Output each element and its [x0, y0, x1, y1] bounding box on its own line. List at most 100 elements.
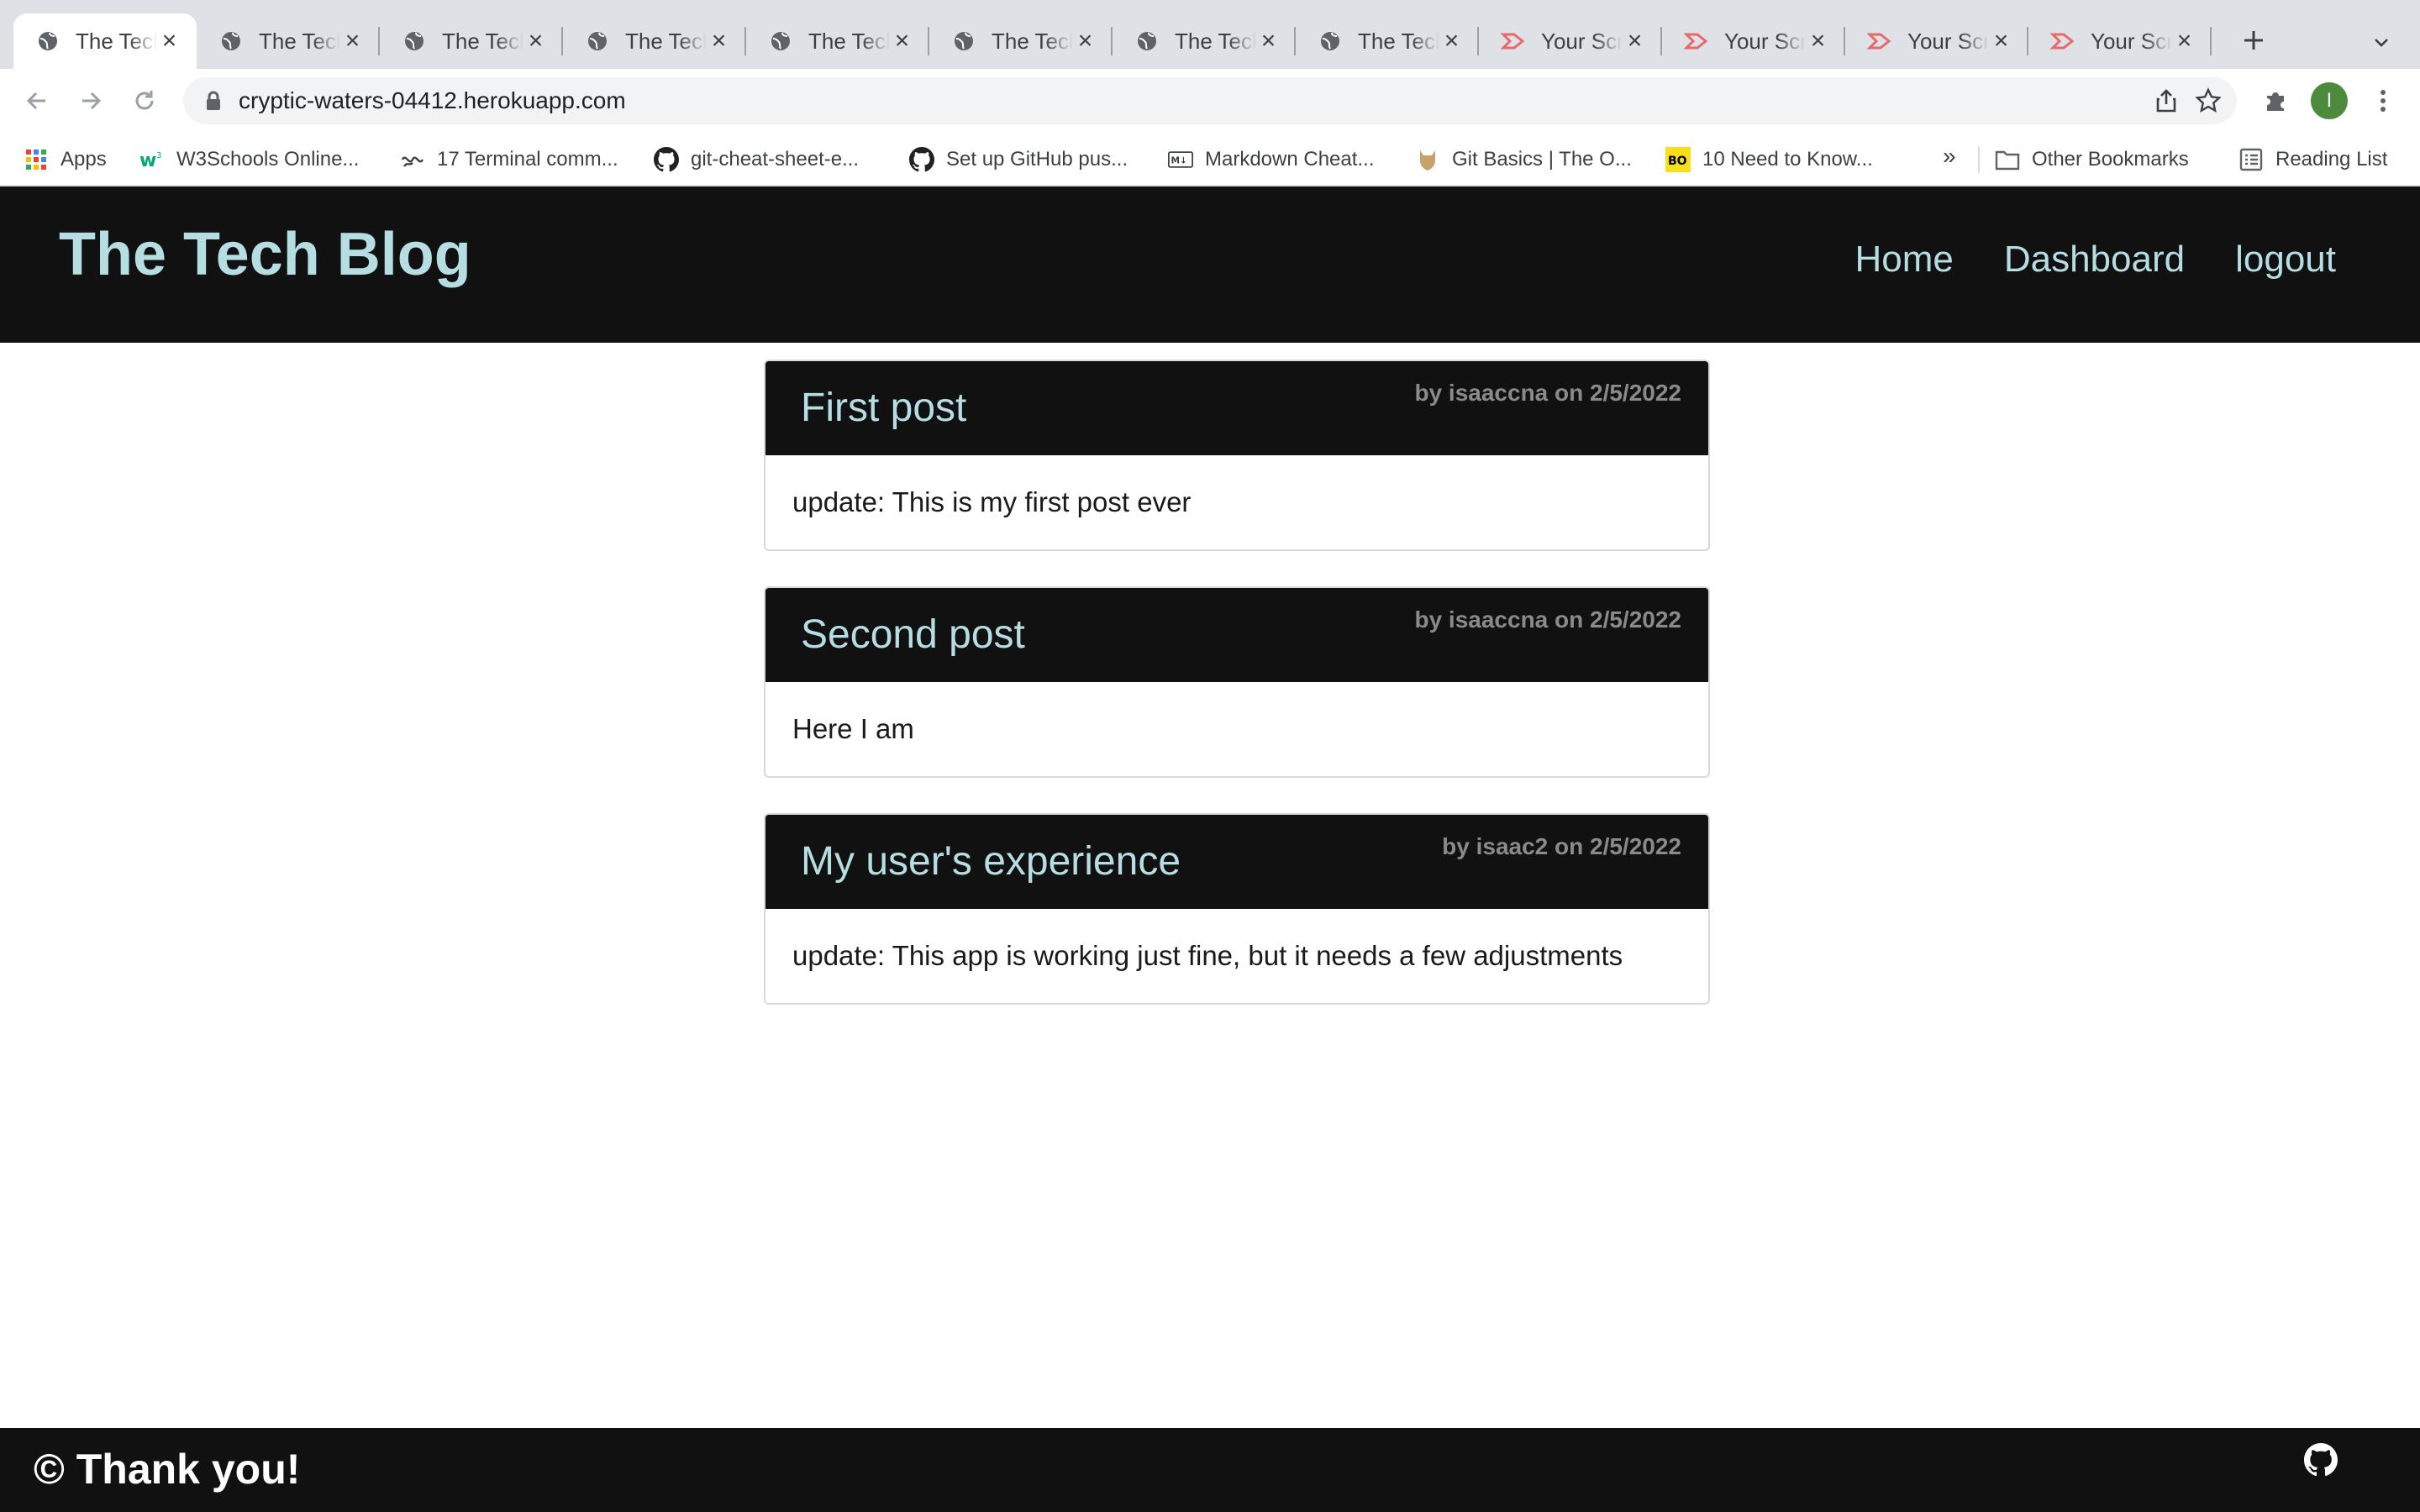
folder-icon: [1995, 147, 2020, 172]
close-icon[interactable]: ×: [340, 29, 365, 54]
close-icon[interactable]: ×: [1073, 29, 1097, 54]
globe-icon: [951, 29, 976, 54]
address-bar[interactable]: cryptic-waters-04412.herokuapp.com: [183, 77, 2237, 124]
post-card[interactable]: My user's experience by isaac2 on 2/5/20…: [764, 813, 1710, 1005]
tab-title: Your Screencastify: [1541, 28, 1623, 54]
post-header: Second post by isaaccna on 2/5/2022: [765, 588, 1708, 682]
puzzle-icon: [2267, 92, 2284, 111]
bookmark-item[interactable]: w 3 W3Schools Online...: [139, 144, 359, 175]
post-meta: by isaac2 on 2/5/2022: [1442, 833, 1681, 859]
screencastify-icon: [2050, 29, 2075, 54]
github-link[interactable]: [2302, 1441, 2339, 1478]
back-button[interactable]: [20, 84, 54, 118]
new-tab-button[interactable]: [2235, 22, 2272, 59]
svg-text:M↓: M↓: [1171, 155, 1187, 165]
close-icon[interactable]: ×: [890, 29, 914, 54]
bookmark-item[interactable]: git-cheat-sheet-e...: [654, 144, 859, 175]
close-icon[interactable]: ×: [1439, 29, 1464, 54]
tab-search-button[interactable]: [2365, 25, 2398, 59]
nav-home-link[interactable]: Home: [1854, 239, 1953, 281]
post-body: Here I am: [792, 713, 914, 744]
tab[interactable]: Your Screencastify×: [1845, 13, 2028, 69]
post-title[interactable]: First post: [801, 385, 966, 431]
github-icon: [909, 147, 934, 172]
bookmark-label: git-cheat-sheet-e...: [691, 148, 860, 171]
browser-menu-button[interactable]: [2366, 84, 2400, 118]
apps-grid-icon: [24, 147, 49, 172]
reading-list-button[interactable]: Reading List: [2238, 144, 2387, 175]
close-icon[interactable]: ×: [707, 29, 731, 54]
other-bookmarks-button[interactable]: Other Bookmarks: [1995, 144, 2189, 175]
reading-list-icon: [2238, 147, 2264, 172]
nav-logout-link[interactable]: logout: [2235, 239, 2336, 281]
close-icon[interactable]: ×: [157, 29, 182, 54]
close-icon[interactable]: ×: [2172, 29, 2196, 54]
odin-icon: [1415, 147, 1440, 172]
bookmark-label: Set up GitHub pus...: [946, 148, 1128, 171]
bookmark-item[interactable]: M↓ Markdown Cheat...: [1168, 144, 1374, 175]
post-card[interactable]: First post by isaaccna on 2/5/2022 updat…: [764, 360, 1710, 551]
tab[interactable]: The Tech Blog×: [380, 13, 563, 69]
globe-icon: [1134, 29, 1160, 54]
close-icon[interactable]: ×: [523, 29, 548, 54]
svg-text:BO: BO: [1668, 155, 1687, 168]
tab-title: Your Screencastify: [1724, 28, 1806, 54]
bookmark-item[interactable]: Git Basics | The O...: [1415, 144, 1632, 175]
tab[interactable]: The Tech Blog×: [563, 13, 746, 69]
bookmarks-overflow-button[interactable]: »: [1943, 143, 1956, 170]
tab-title: The Tech Blog: [259, 28, 340, 54]
extensions-button[interactable]: [2259, 84, 2292, 118]
globe-icon: [402, 29, 427, 54]
arrow-left-icon: [26, 92, 45, 110]
tab[interactable]: The Tech Blog×: [1296, 13, 1479, 69]
tab-title: The Tech Blog: [76, 28, 157, 54]
post-meta: by isaaccna on 2/5/2022: [1414, 380, 1681, 406]
bookmark-item[interactable]: BO 10 Need to Know...: [1665, 144, 1873, 175]
tab[interactable]: The Tech Blog×: [197, 13, 380, 69]
screencastify-icon: [1867, 29, 1892, 54]
reload-button[interactable]: [128, 84, 161, 118]
bookmark-item[interactable]: Set up GitHub pus...: [909, 144, 1128, 175]
browser-toolbar: cryptic-waters-04412.herokuapp.com I: [0, 69, 2420, 133]
share-icon[interactable]: [2149, 84, 2183, 118]
close-icon[interactable]: ×: [1256, 29, 1281, 54]
bookmark-label: 17 Terminal comm...: [437, 148, 618, 171]
bookmark-item[interactable]: 17 Terminal comm...: [400, 144, 618, 175]
tab-title: The Tech Blog: [442, 28, 523, 54]
forward-button[interactable]: [74, 84, 108, 118]
post-body: update: This is my first post ever: [792, 486, 1192, 517]
tab[interactable]: The Tech Blog×: [1113, 13, 1296, 69]
site-title[interactable]: The Tech Blog: [59, 220, 471, 289]
post-card[interactable]: Second post by isaaccna on 2/5/2022 Here…: [764, 586, 1710, 778]
tab-title: The Tech Blog: [992, 28, 1073, 54]
bo-icon: BO: [1665, 147, 1691, 172]
bookmark-label: Markdown Cheat...: [1205, 148, 1375, 171]
footer-text: © Thank you!: [34, 1446, 301, 1493]
tab-active[interactable]: The Tech Blog×: [13, 13, 197, 69]
post-body: update: This app is working just fine, b…: [792, 940, 1623, 971]
tab-title: The Tech Blog: [808, 28, 890, 54]
tab[interactable]: The Tech Blog×: [746, 13, 929, 69]
close-icon[interactable]: ×: [1623, 29, 1647, 54]
terminal-icon: [400, 147, 425, 172]
tab[interactable]: Your Screencastify×: [1662, 13, 1845, 69]
site-footer: © Thank you!: [0, 1428, 2420, 1512]
markdown-icon: M↓: [1168, 147, 1193, 172]
tab[interactable]: Your Screencastify×: [2028, 13, 2212, 69]
globe-icon: [585, 29, 610, 54]
profile-avatar[interactable]: I: [2311, 82, 2348, 119]
tab[interactable]: The Tech Blog×: [929, 13, 1113, 69]
tab-strip: The Tech Blog×The Tech Blog×The Tech Blo…: [0, 0, 2420, 69]
post-header: First post by isaaccna on 2/5/2022: [765, 361, 1708, 455]
tab[interactable]: Your Screencastify×: [1479, 13, 1662, 69]
site-nav: Home Dashboard logout: [1854, 239, 2336, 281]
post-title[interactable]: Second post: [801, 612, 1025, 658]
post-title[interactable]: My user's experience: [801, 838, 1181, 885]
chevron-down-icon: [2375, 39, 2388, 47]
bookmark-item[interactable]: Apps: [24, 144, 107, 175]
url-text: cryptic-waters-04412.herokuapp.com: [239, 87, 626, 113]
star-icon[interactable]: [2191, 84, 2225, 118]
close-icon[interactable]: ×: [1806, 29, 1830, 54]
nav-dashboard-link[interactable]: Dashboard: [2004, 239, 2185, 281]
close-icon[interactable]: ×: [1989, 29, 2013, 54]
